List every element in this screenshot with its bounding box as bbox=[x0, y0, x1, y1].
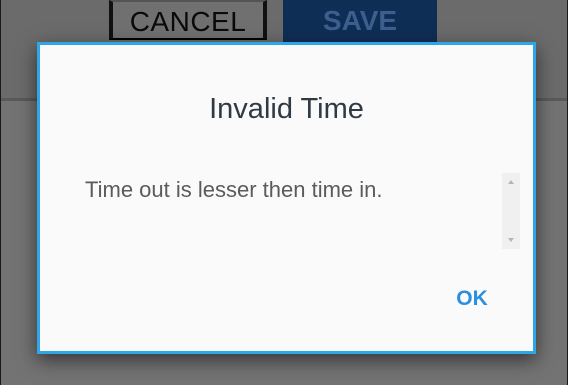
dialog-message-area: Time out is lesser then time in. bbox=[85, 173, 505, 249]
save-button[interactable]: SAVE bbox=[283, 0, 437, 42]
scroll-down-arrow-icon[interactable] bbox=[502, 233, 520, 247]
dialog-message: Time out is lesser then time in. bbox=[85, 177, 383, 202]
invalid-time-dialog: Invalid Time Time out is lesser then tim… bbox=[37, 42, 536, 354]
ok-button[interactable]: OK bbox=[440, 281, 504, 317]
scroll-up-arrow-icon[interactable] bbox=[502, 175, 520, 189]
window-border-left bbox=[0, 0, 1, 385]
dialog-title: Invalid Time bbox=[209, 93, 364, 125]
message-scrollbar[interactable] bbox=[502, 173, 520, 249]
cancel-button[interactable]: CANCEL bbox=[109, 0, 267, 40]
